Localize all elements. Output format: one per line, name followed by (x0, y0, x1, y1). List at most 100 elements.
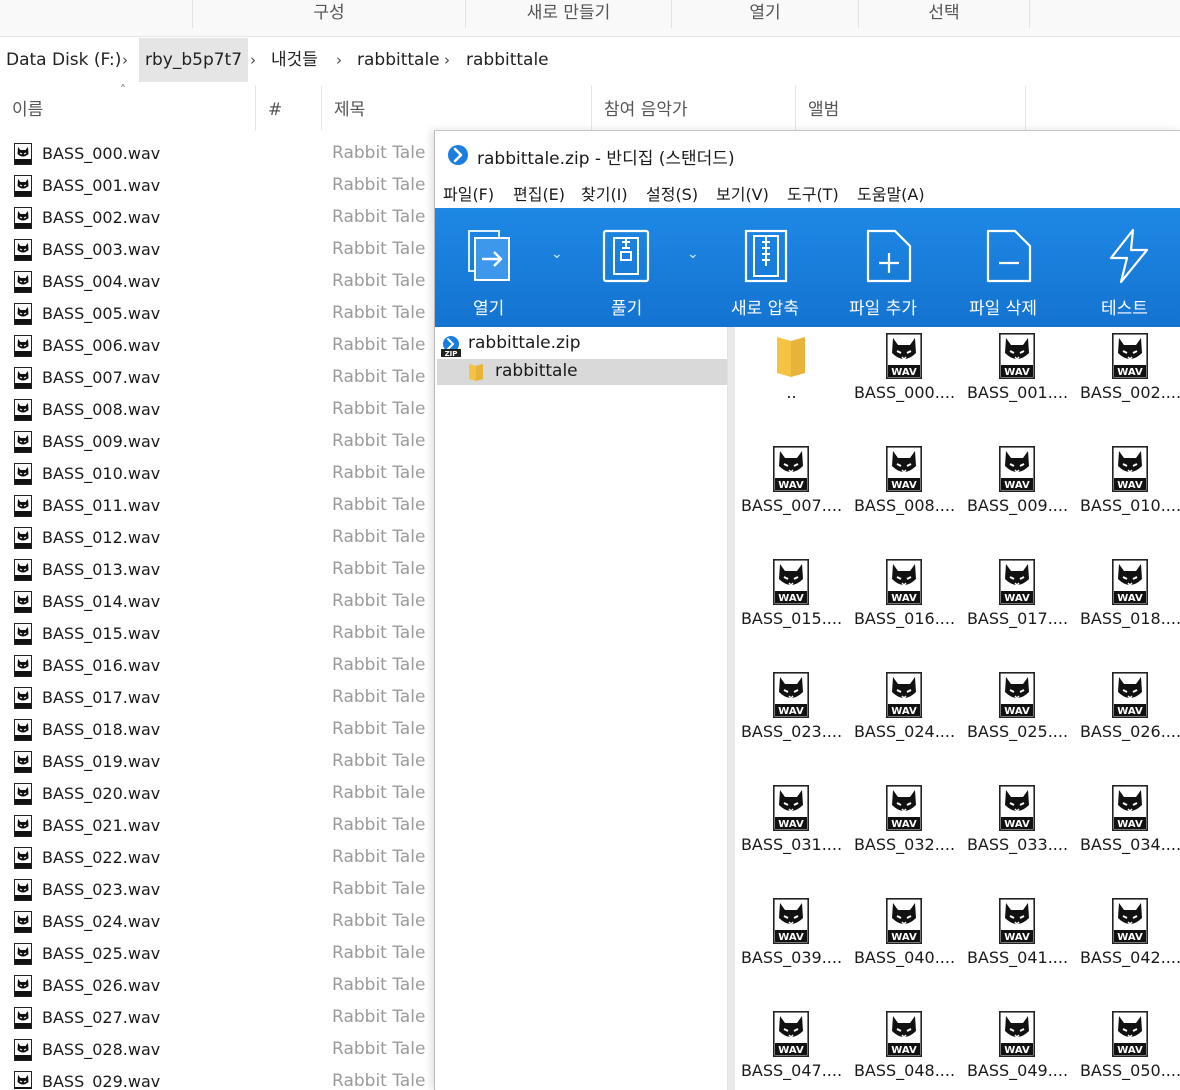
file-row[interactable]: BASS_004.wav Rabbit Tale (0, 268, 440, 300)
column-header-album[interactable]: 앨범 (796, 86, 1026, 130)
wav-file-tile[interactable]: WAV BASS_031.... (735, 779, 848, 892)
menu-file[interactable]: 파일(F) (443, 181, 494, 205)
wav-badge: WAV (1117, 819, 1143, 830)
wav-file-tile[interactable]: WAV BASS_048.... (848, 1005, 961, 1090)
wav-file-tile[interactable]: WAV BASS_039.... (735, 892, 848, 1005)
delete-file-button[interactable]: 파일 삭제 (963, 208, 1053, 327)
wav-file-tile[interactable]: WAV BASS_033.... (961, 779, 1074, 892)
add-file-button[interactable]: 파일 추가 (843, 208, 933, 327)
file-row[interactable]: BASS_019.wav Rabbit Tale (0, 748, 440, 780)
title-bar[interactable]: rabbittale.zip - 반디집 (스탠더드) (435, 131, 1180, 175)
file-row[interactable]: BASS_024.wav Rabbit Tale (0, 908, 440, 940)
menu-edit[interactable]: 편집(E) (513, 181, 565, 205)
wav-file-tile[interactable]: WAV BASS_026.... (1074, 666, 1180, 779)
file-row[interactable]: BASS_017.wav Rabbit Tale (0, 684, 440, 716)
wav-file-tile[interactable]: WAV BASS_041.... (961, 892, 1074, 1005)
file-row[interactable]: BASS_029.wav Rabbit Tale (0, 1068, 440, 1089)
file-row[interactable]: BASS_014.wav Rabbit Tale (0, 588, 440, 620)
file-row[interactable]: BASS_005.wav Rabbit Tale (0, 300, 440, 332)
tree-item-folder[interactable]: rabbittale (437, 359, 727, 385)
chevron-right-icon[interactable]: › (336, 38, 342, 82)
wav-file-tile[interactable]: WAV BASS_018.... (1074, 553, 1180, 666)
chevron-down-icon[interactable]: ⌄ (551, 246, 563, 262)
chevron-right-icon[interactable]: › (122, 38, 128, 82)
wav-file-tile[interactable]: WAV BASS_009.... (961, 440, 1074, 553)
file-row[interactable]: BASS_016.wav Rabbit Tale (0, 652, 440, 684)
file-row[interactable]: BASS_025.wav Rabbit Tale (0, 940, 440, 972)
wav-file-tile[interactable]: WAV BASS_010.... (1074, 440, 1180, 553)
parent-folder-tile[interactable]: .. (735, 327, 848, 440)
wav-file-tile[interactable]: WAV BASS_015.... (735, 553, 848, 666)
wav-file-tile[interactable]: WAV BASS_040.... (848, 892, 961, 1005)
wav-file-tile[interactable]: WAV BASS_001.... (961, 327, 1074, 440)
column-header-number[interactable]: # (256, 86, 322, 130)
file-row[interactable]: BASS_028.wav Rabbit Tale (0, 1036, 440, 1068)
file-row[interactable]: BASS_003.wav Rabbit Tale (0, 236, 440, 268)
chevron-right-icon[interactable]: › (250, 38, 256, 82)
file-row[interactable]: BASS_020.wav Rabbit Tale (0, 780, 440, 812)
file-row[interactable]: BASS_023.wav Rabbit Tale (0, 876, 440, 908)
wav-file-tile[interactable]: WAV BASS_034.... (1074, 779, 1180, 892)
wav-file-tile[interactable]: WAV BASS_042.... (1074, 892, 1180, 1005)
file-row[interactable]: BASS_008.wav Rabbit Tale (0, 396, 440, 428)
wav-file-tile[interactable]: WAV BASS_025.... (961, 666, 1074, 779)
wav-file-tile[interactable]: WAV BASS_049.... (961, 1005, 1074, 1090)
file-row[interactable]: BASS_013.wav Rabbit Tale (0, 556, 440, 588)
open-button[interactable]: 열기 (445, 208, 535, 327)
file-row[interactable]: BASS_006.wav Rabbit Tale (0, 332, 440, 364)
wav-file-tile[interactable]: WAV BASS_000.... (848, 327, 961, 440)
wav-file-tile[interactable]: WAV BASS_017.... (961, 553, 1074, 666)
wav-file-tile[interactable]: WAV BASS_008.... (848, 440, 961, 553)
test-button[interactable]: 테스트 (1083, 208, 1173, 327)
file-row[interactable]: BASS_007.wav Rabbit Tale (0, 364, 440, 396)
wav-file-tile[interactable]: WAV BASS_032.... (848, 779, 961, 892)
tile-label: BASS_048.... (853, 1061, 956, 1080)
breadcrumb-item[interactable]: rabbittale (357, 38, 440, 82)
file-row[interactable]: BASS_018.wav Rabbit Tale (0, 716, 440, 748)
cmd-organize[interactable]: 구성 (192, 0, 465, 28)
extract-button[interactable]: 풀기 (585, 208, 675, 327)
file-row[interactable]: BASS_010.wav Rabbit Tale (0, 460, 440, 492)
file-row[interactable]: BASS_026.wav Rabbit Tale (0, 972, 440, 1004)
menu-settings[interactable]: 설정(S) (646, 181, 698, 205)
cmd-new[interactable]: 새로 만들기 (465, 0, 671, 28)
chevron-right-icon[interactable]: › (444, 38, 450, 82)
breadcrumb-item[interactable]: 내것들 (271, 38, 318, 82)
menu-find[interactable]: 찾기(I) (581, 181, 628, 205)
breadcrumb-item[interactable]: Data Disk (F:) (6, 38, 121, 82)
file-row[interactable]: BASS_011.wav Rabbit Tale (0, 492, 440, 524)
file-row[interactable]: BASS_001.wav Rabbit Tale (0, 172, 440, 204)
wav-file-tile[interactable]: WAV BASS_002.... (1074, 327, 1180, 440)
menu-view[interactable]: 보기(V) (716, 181, 769, 205)
tree-item-archive[interactable]: ZIP rabbittale.zip (435, 331, 727, 359)
menu-help[interactable]: 도움말(A) (857, 181, 925, 205)
file-row[interactable]: BASS_000.wav Rabbit Tale (0, 140, 440, 172)
chevron-down-icon[interactable]: ⌄ (687, 246, 699, 262)
file-row[interactable]: BASS_022.wav Rabbit Tale (0, 844, 440, 876)
file-row[interactable]: BASS_002.wav Rabbit Tale (0, 204, 440, 236)
wav-file-tile[interactable]: WAV BASS_047.... (735, 1005, 848, 1090)
column-header-title[interactable]: 제목 (322, 86, 592, 130)
wav-file-icon: WAV (1112, 559, 1148, 605)
wav-file-tile[interactable]: WAV BASS_023.... (735, 666, 848, 779)
wav-file-tile[interactable]: WAV BASS_007.... (735, 440, 848, 553)
file-row[interactable]: BASS_012.wav Rabbit Tale (0, 524, 440, 556)
column-header-name[interactable]: ˄ 이름 (0, 83, 256, 130)
wav-file-tile[interactable]: WAV BASS_016.... (848, 553, 961, 666)
column-header-artist[interactable]: 참여 음악가 (592, 86, 796, 130)
file-row[interactable]: BASS_027.wav Rabbit Tale (0, 1004, 440, 1036)
wav-file-tile[interactable]: WAV BASS_024.... (848, 666, 961, 779)
wav-file-icon (14, 207, 32, 229)
cmd-open[interactable]: 열기 (671, 0, 858, 28)
file-row[interactable]: BASS_021.wav Rabbit Tale (0, 812, 440, 844)
cmd-select[interactable]: 선택 (858, 0, 1030, 28)
breadcrumb-item[interactable]: rby_b5p7t7 (139, 38, 249, 82)
wav-file-tile[interactable]: WAV BASS_050.... (1074, 1005, 1180, 1090)
wav-badge: WAV (778, 593, 804, 604)
new-archive-button[interactable]: 새로 압축 (723, 208, 813, 327)
menu-tools[interactable]: 도구(T) (787, 181, 839, 205)
file-row[interactable]: BASS_015.wav Rabbit Tale (0, 620, 440, 652)
breadcrumb-item[interactable]: rabbittale (466, 38, 549, 82)
splitter[interactable] (728, 327, 735, 1090)
file-row[interactable]: BASS_009.wav Rabbit Tale (0, 428, 440, 460)
